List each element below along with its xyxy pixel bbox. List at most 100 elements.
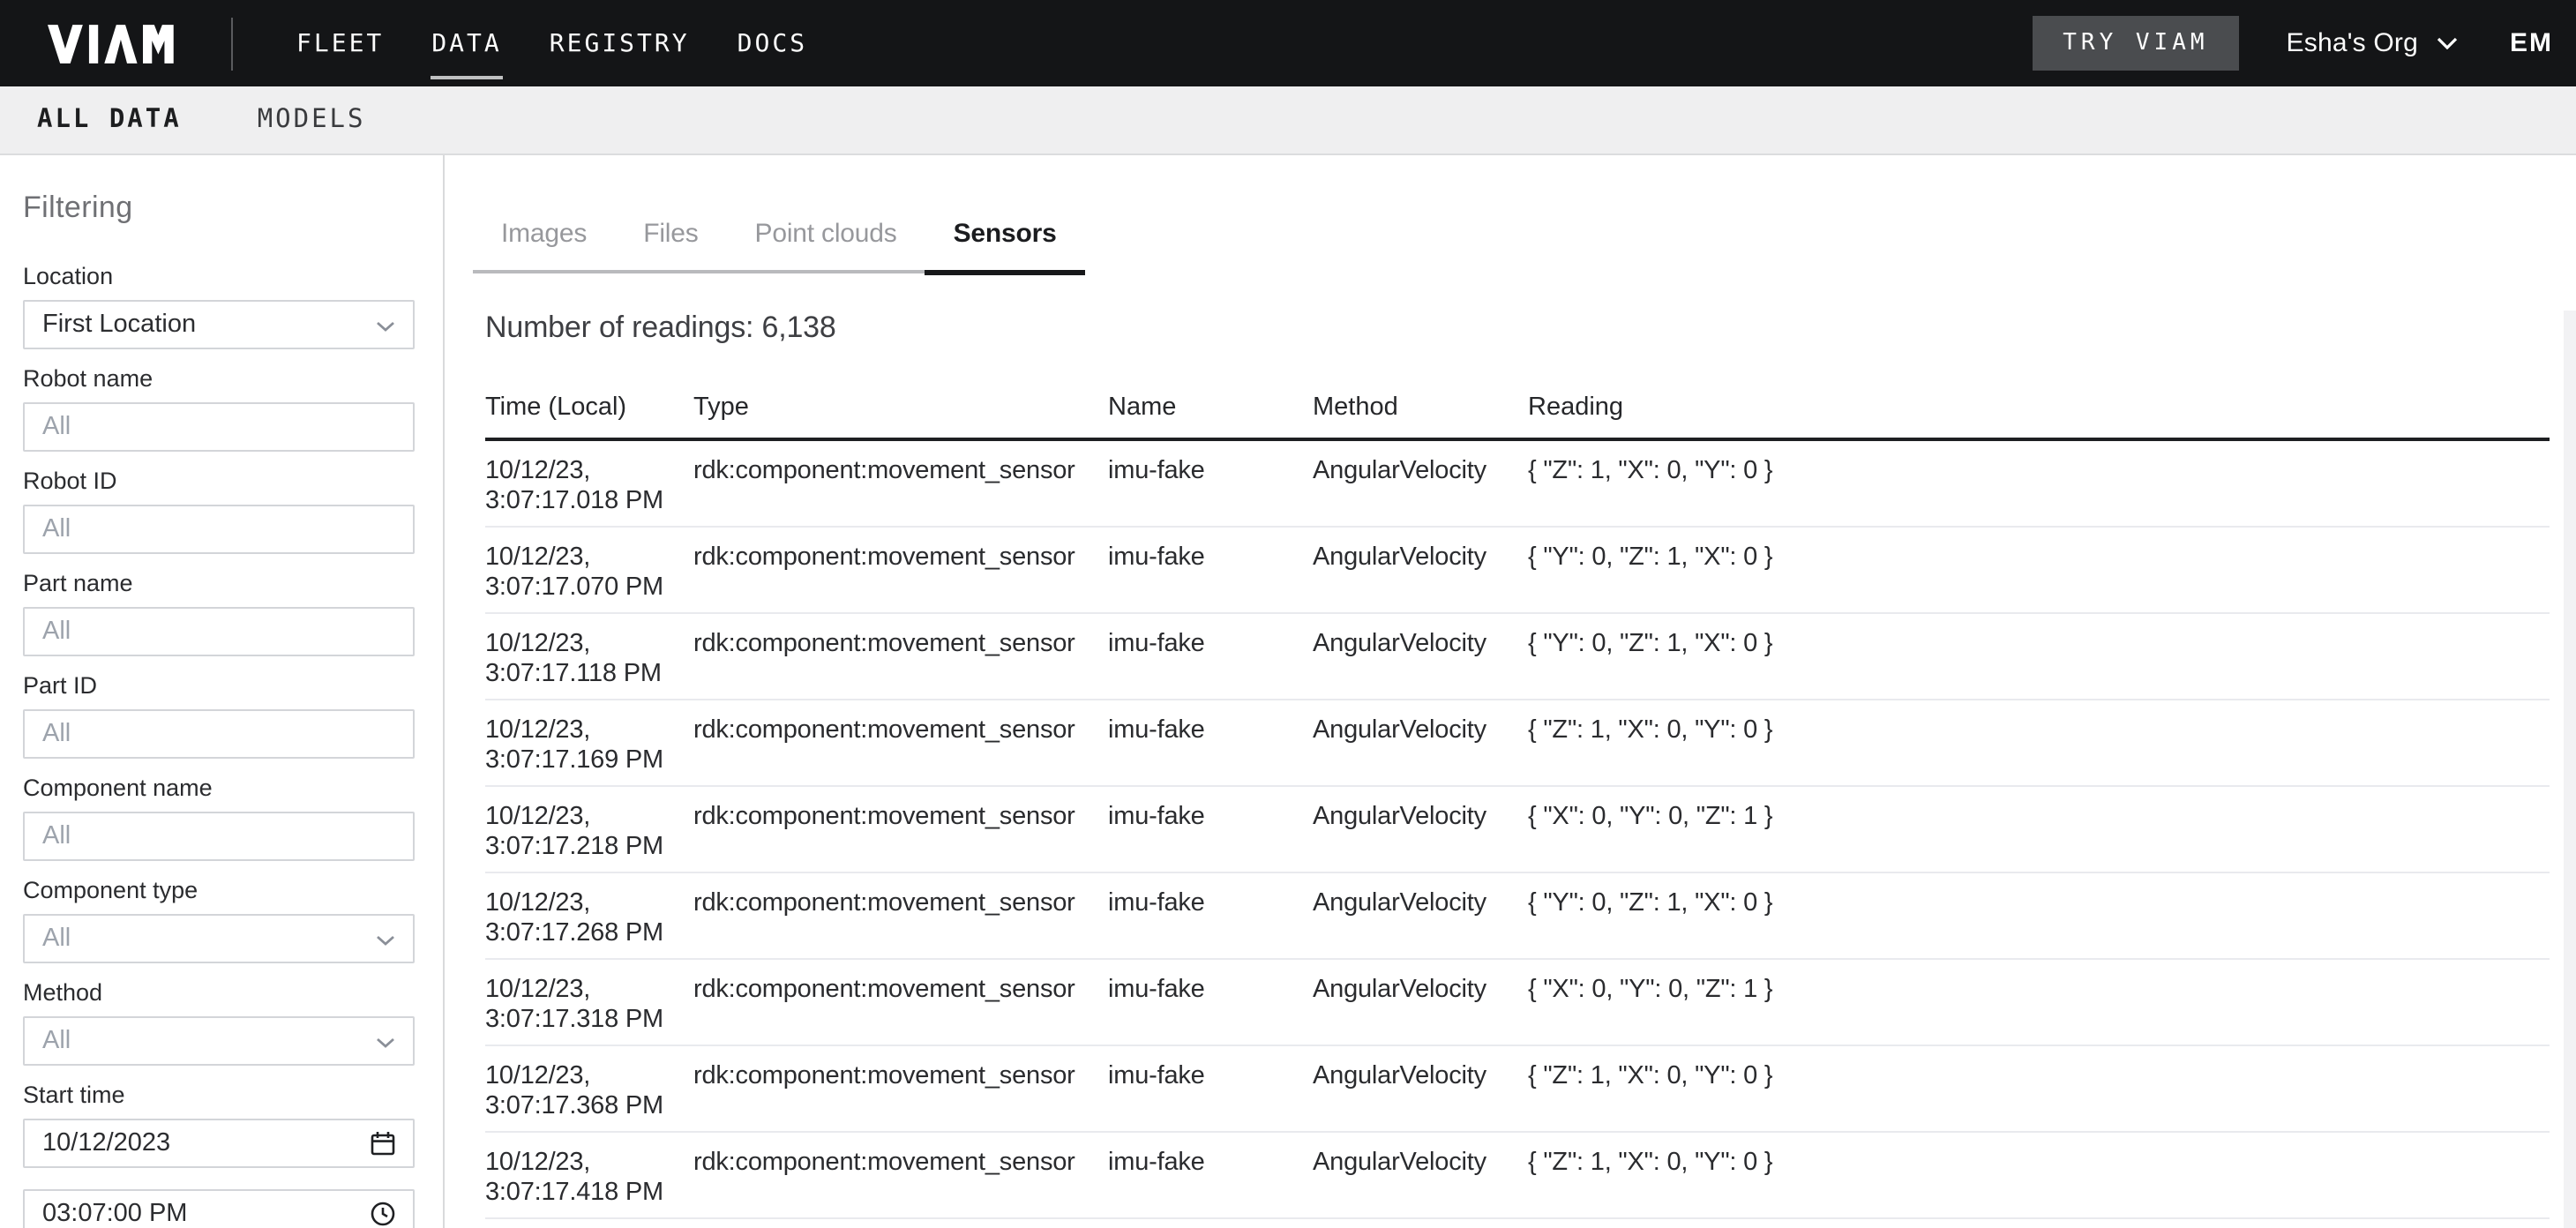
- part-id-label: Part ID: [23, 672, 415, 699]
- part-name-input[interactable]: [23, 607, 415, 656]
- start-time-label: Start time: [23, 1082, 415, 1108]
- start-date-value: 10/12/2023: [42, 1129, 170, 1157]
- filter-group-part-id: Part ID: [23, 672, 415, 759]
- filter-group-component-type: Component type All: [23, 877, 415, 963]
- col-header-name: Name: [1108, 393, 1313, 423]
- tab-point-clouds[interactable]: Point clouds: [727, 219, 925, 273]
- filter-group-component-name: Component name: [23, 775, 415, 861]
- robot-name-input[interactable]: [23, 402, 415, 452]
- cell-method: AngularVelocity: [1313, 1149, 1528, 1217]
- cell-reading: { "Z": 1, "X": 0, "Y": 0 }: [1528, 457, 2550, 526]
- user-avatar[interactable]: EM: [2510, 28, 2553, 58]
- part-name-label: Part name: [23, 570, 415, 596]
- cell-name: imu-fake: [1108, 716, 1313, 785]
- cell-time: 10/12/23,3:07:17.118 PM: [485, 630, 693, 699]
- chevron-down-icon: [2436, 37, 2457, 49]
- cell-name: imu-fake: [1108, 1062, 1313, 1131]
- table-row[interactable]: 10/12/23,3:07:17.169 PM rdk:component:mo…: [485, 700, 2550, 787]
- calendar-icon[interactable]: [371, 1131, 395, 1156]
- table-row[interactable]: 10/12/23,3:07:17.070 PM rdk:component:mo…: [485, 528, 2550, 614]
- tab-sensors[interactable]: Sensors: [925, 219, 1085, 275]
- location-label: Location: [23, 263, 415, 289]
- cell-name: imu-fake: [1108, 889, 1313, 958]
- table-row[interactable]: 10/12/23,3:07:17.418 PM rdk:component:mo…: [485, 1133, 2550, 1219]
- sensor-readings-table: Time (Local) Type Name Method Reading 10…: [485, 393, 2550, 1219]
- vertical-scrollbar[interactable]: [2564, 311, 2576, 1228]
- component-name-input[interactable]: [23, 812, 415, 861]
- location-select[interactable]: First Location: [23, 300, 415, 349]
- filter-group-part-name: Part name: [23, 570, 415, 656]
- table-row[interactable]: 10/12/23,3:07:17.218 PM rdk:component:mo…: [485, 787, 2550, 873]
- cell-method: AngularVelocity: [1313, 716, 1528, 785]
- cell-time: 10/12/23,3:07:17.368 PM: [485, 1062, 693, 1131]
- nav-item-registry[interactable]: REGISTRY: [550, 29, 690, 57]
- tab-models[interactable]: MODELS: [258, 106, 366, 134]
- clock-icon[interactable]: [371, 1202, 395, 1226]
- method-label: Method: [23, 979, 415, 1006]
- app-root: FLEET DATA REGISTRY DOCS TRY VIAM Esha's…: [0, 0, 2576, 1228]
- cell-reading: { "Y": 0, "Z": 1, "X": 0 }: [1528, 543, 2550, 612]
- filter-group-start-time: Start time 10/12/2023 03:07:00 PM: [23, 1082, 415, 1228]
- col-header-type: Type: [693, 393, 1108, 423]
- component-type-select[interactable]: All: [23, 914, 415, 963]
- cell-time: 10/12/23,3:07:17.169 PM: [485, 716, 693, 785]
- sub-nav: ALL DATA MODELS: [0, 86, 2576, 155]
- main-panel: Images Files Point clouds Sensors Number…: [445, 155, 2576, 1228]
- tab-files[interactable]: Files: [615, 219, 726, 273]
- tab-all-data[interactable]: ALL DATA: [37, 106, 182, 134]
- table-header: Time (Local) Type Name Method Reading: [485, 393, 2550, 441]
- component-type-value: All: [42, 925, 71, 953]
- cell-reading: { "X": 0, "Y": 0, "Z": 1 }: [1528, 976, 2550, 1045]
- table-row[interactable]: 10/12/23,3:07:17.018 PM rdk:component:mo…: [485, 441, 2550, 528]
- table-row[interactable]: 10/12/23,3:07:17.268 PM rdk:component:mo…: [485, 873, 2550, 960]
- component-type-label: Component type: [23, 877, 415, 903]
- cell-time: 10/12/23,3:07:17.418 PM: [485, 1149, 693, 1217]
- nav-item-fleet[interactable]: FLEET: [296, 29, 384, 57]
- start-time-input[interactable]: 03:07:00 PM: [23, 1189, 415, 1228]
- cell-reading: { "Y": 0, "Z": 1, "X": 0 }: [1528, 630, 2550, 699]
- top-nav: FLEET DATA REGISTRY DOCS TRY VIAM Esha's…: [0, 0, 2576, 86]
- filtering-title: Filtering: [23, 191, 415, 226]
- cell-time: 10/12/23,3:07:17.218 PM: [485, 803, 693, 872]
- tab-images[interactable]: Images: [473, 219, 615, 273]
- table-row[interactable]: 10/12/23,3:07:17.368 PM rdk:component:mo…: [485, 1046, 2550, 1133]
- cell-time: 10/12/23,3:07:17.018 PM: [485, 457, 693, 526]
- cell-method: AngularVelocity: [1313, 1062, 1528, 1131]
- org-switcher[interactable]: Esha's Org: [2287, 28, 2457, 58]
- cell-name: imu-fake: [1108, 803, 1313, 872]
- cell-type: rdk:component:movement_sensor: [693, 630, 1108, 699]
- table-row[interactable]: 10/12/23,3:07:17.118 PM rdk:component:mo…: [485, 614, 2550, 700]
- cell-type: rdk:component:movement_sensor: [693, 976, 1108, 1045]
- cell-time: 10/12/23,3:07:17.268 PM: [485, 889, 693, 958]
- part-id-input[interactable]: [23, 709, 415, 759]
- filter-group-robot-name: Robot name: [23, 365, 415, 452]
- cell-method: AngularVelocity: [1313, 457, 1528, 526]
- viam-logo[interactable]: [48, 24, 175, 63]
- cell-time: 10/12/23,3:07:17.318 PM: [485, 976, 693, 1045]
- nav-right: TRY VIAM Esha's Org EM: [2033, 16, 2576, 71]
- chevron-down-icon: [376, 1037, 395, 1048]
- robot-id-label: Robot ID: [23, 468, 415, 494]
- start-date-input[interactable]: 10/12/2023: [23, 1119, 415, 1168]
- cell-name: imu-fake: [1108, 976, 1313, 1045]
- robot-id-input[interactable]: [23, 505, 415, 554]
- filter-sidebar: Filtering Location First Location Robot …: [0, 155, 445, 1228]
- nav-item-data[interactable]: DATA: [431, 29, 501, 57]
- col-header-time: Time (Local): [485, 393, 693, 423]
- try-viam-button[interactable]: TRY VIAM: [2033, 16, 2238, 71]
- table-row[interactable]: 10/12/23,3:07:17.318 PM rdk:component:mo…: [485, 960, 2550, 1046]
- chevron-down-icon: [376, 935, 395, 946]
- cell-method: AngularVelocity: [1313, 803, 1528, 872]
- method-value: All: [42, 1027, 71, 1055]
- cell-name: imu-fake: [1108, 457, 1313, 526]
- cell-name: imu-fake: [1108, 543, 1313, 612]
- cell-time: 10/12/23,3:07:17.070 PM: [485, 543, 693, 612]
- cell-type: rdk:component:movement_sensor: [693, 1062, 1108, 1131]
- content-area: Filtering Location First Location Robot …: [0, 155, 2576, 1228]
- cell-method: AngularVelocity: [1313, 976, 1528, 1045]
- nav-item-docs[interactable]: DOCS: [738, 29, 807, 57]
- method-select[interactable]: All: [23, 1016, 415, 1066]
- cell-method: AngularVelocity: [1313, 889, 1528, 958]
- cell-reading: { "Y": 0, "Z": 1, "X": 0 }: [1528, 889, 2550, 958]
- org-name: Esha's Org: [2287, 28, 2418, 58]
